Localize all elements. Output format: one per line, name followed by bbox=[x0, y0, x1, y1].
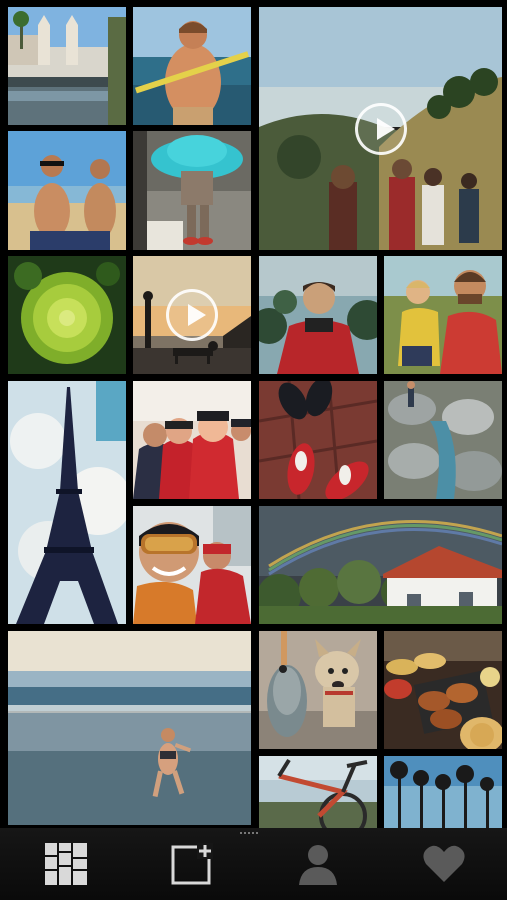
play-icon bbox=[354, 102, 407, 155]
photo-sneakers[interactable] bbox=[259, 381, 377, 499]
photo-child-beach[interactable] bbox=[8, 631, 251, 825]
photo-rainbow-house[interactable] bbox=[259, 506, 502, 624]
new-post-icon bbox=[171, 843, 213, 885]
photo-rocky-stream[interactable] bbox=[384, 381, 502, 499]
heart-icon bbox=[423, 845, 465, 882]
photo-dog-fish[interactable] bbox=[259, 631, 377, 749]
photo-grid bbox=[0, 0, 507, 900]
video-hiking-hills[interactable] bbox=[259, 7, 502, 250]
photo-blue-hat[interactable] bbox=[133, 131, 251, 250]
photo-beach-friends[interactable] bbox=[8, 131, 126, 250]
photo-man-red-jacket[interactable] bbox=[259, 256, 377, 374]
photo-palm-trees[interactable] bbox=[384, 756, 502, 828]
photo-ski-selfie[interactable] bbox=[133, 381, 251, 499]
photo-kayaker[interactable] bbox=[133, 7, 251, 125]
photo-bicycle[interactable] bbox=[259, 756, 377, 828]
tab-favorites[interactable] bbox=[414, 838, 474, 890]
photo-father-child[interactable] bbox=[384, 256, 502, 374]
video-sunset-dog[interactable] bbox=[133, 256, 251, 374]
photo-mission-fountain[interactable] bbox=[8, 7, 126, 125]
tab-profile[interactable] bbox=[288, 838, 348, 890]
photo-baked-food[interactable] bbox=[384, 631, 502, 749]
drag-handle[interactable] bbox=[240, 832, 264, 836]
tab-new-post[interactable] bbox=[162, 838, 222, 890]
grid-icon bbox=[45, 843, 87, 885]
person-icon bbox=[299, 845, 337, 885]
photo-eiffel-tower[interactable] bbox=[8, 381, 126, 624]
photo-romanesco[interactable] bbox=[8, 256, 126, 374]
tab-grid[interactable] bbox=[36, 838, 96, 890]
play-icon bbox=[166, 289, 218, 341]
photo-ski-goggles[interactable] bbox=[133, 506, 251, 624]
